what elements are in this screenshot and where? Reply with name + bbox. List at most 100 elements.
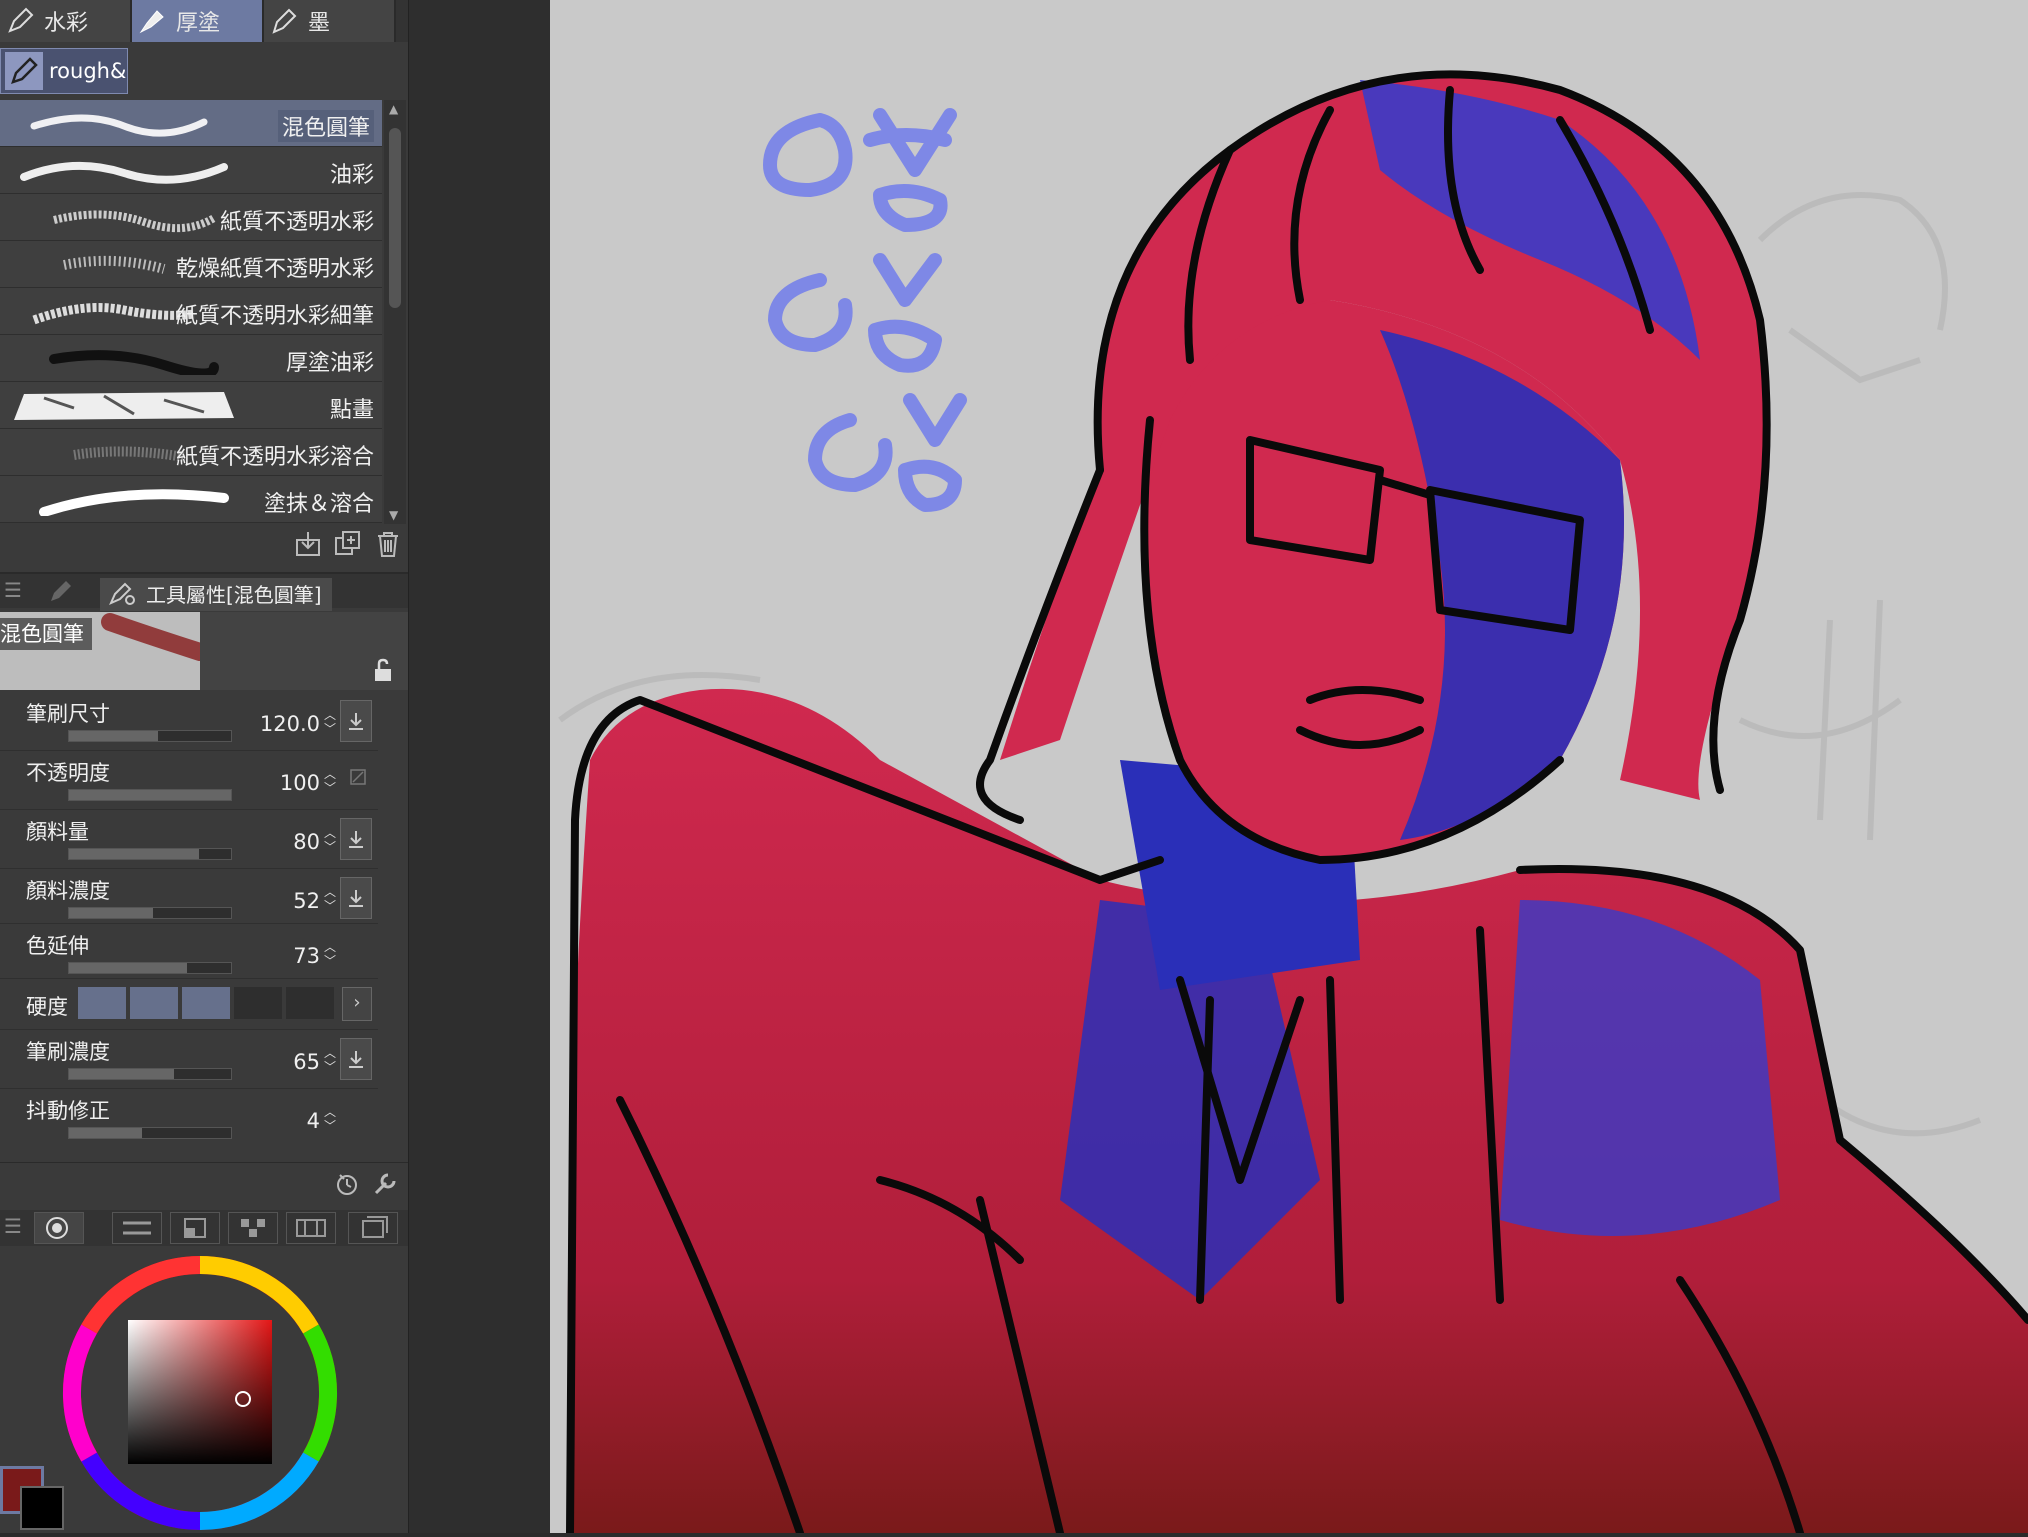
brush-list-scrollbar[interactable]: ▲ ▼ [384,100,406,524]
tab-approximate-color[interactable] [286,1212,336,1244]
menu-icon[interactable]: ☰ [4,578,22,602]
intermediate-color-icon [241,1219,265,1237]
prop-slider[interactable] [68,848,232,860]
drawing-canvas[interactable] [550,0,2028,1533]
prop-stabilization[interactable]: 抖動修正 4 ︿ ﹀ [0,1089,378,1147]
pressure-button[interactable] [340,877,372,919]
brush-stroke-preview [53,210,217,233]
spinner-icon[interactable]: ︿ ﹀ [324,1046,338,1076]
pressure-icon [349,1051,363,1068]
filmstrip-icon [296,1219,326,1237]
history-icon [362,1216,388,1238]
pressure-icon [349,831,363,848]
artwork[interactable] [550,0,2028,1533]
pressure-button[interactable] [340,1038,372,1080]
download-icon[interactable] [294,530,322,558]
brush-group-tabs: 水彩 厚塗 墨 [0,0,408,42]
hardness-step[interactable] [234,987,282,1019]
left-panel: 水彩 厚塗 墨 rough&c 混色圓筆 油彩 紙質不透明 [0,0,408,1533]
color-set-icon [184,1218,206,1238]
brush-label: 塗抹＆溶合 [263,492,374,517]
scroll-up-icon[interactable]: ▲ [389,102,398,116]
list-item[interactable]: 紙質不透明水彩細筆 [0,288,382,335]
brush-list: 混色圓筆 油彩 紙質不透明水彩 乾燥紙質不透明水彩 紙質不透明水彩細筆 厚塗油彩… [0,100,382,524]
list-item[interactable]: 塗抹＆溶合 [0,476,382,523]
trash-icon[interactable] [374,530,402,558]
tab-color-slider[interactable] [112,1212,162,1244]
prop-opacity[interactable]: 不透明度 100 ︿ ﹀ [0,751,378,810]
duplicate-icon[interactable] [334,530,362,558]
spinner-icon[interactable]: ︿ ﹀ [324,885,338,915]
wrench-icon[interactable] [372,1171,398,1197]
brush-label: 混色圓筆 [277,110,374,142]
spinner-icon[interactable]: ︿ ﹀ [324,767,338,797]
prop-value[interactable]: 65 [293,1050,320,1074]
pressure-button[interactable] [340,700,372,742]
prop-value[interactable]: 4 [307,1109,320,1133]
pen-tool-icon[interactable] [48,578,74,604]
prop-slider[interactable] [68,907,232,919]
list-item[interactable]: 油彩 [0,147,382,194]
brush-list-actions [0,524,408,564]
brush-stroke-preview [39,489,229,516]
pressure-button[interactable] [340,818,372,860]
tab-color-wheel[interactable] [34,1212,84,1244]
hardness-step[interactable] [130,987,178,1019]
prop-value[interactable]: 73 [293,944,320,968]
prop-value[interactable]: 80 [293,830,320,854]
tab-ink[interactable]: 墨 [264,0,396,42]
list-item[interactable]: 點畫 [0,382,382,429]
sub-color-swatch[interactable] [20,1486,64,1530]
tab-color-set[interactable] [170,1212,220,1244]
prop-brush-size[interactable]: 筆刷尺寸 120.0 ︿ ﹀ [0,692,378,751]
prop-slider[interactable] [68,730,232,742]
list-item[interactable]: 紙質不透明水彩 [0,194,382,241]
prop-name: 不透明度 [26,761,110,785]
prop-paint-amount[interactable]: 顏料量 80 ︿ ﹀ [0,810,378,869]
subtool-set-button[interactable]: rough&c [0,48,128,94]
prop-slider[interactable] [68,1127,232,1139]
tool-property-title: 工具屬性[混色圓筆] [146,583,322,607]
prop-name: 筆刷尺寸 [26,702,110,726]
list-item[interactable]: 混色圓筆 [0,100,382,147]
chevron-right-icon[interactable]: › [342,987,372,1021]
lock-icon[interactable] [372,658,394,682]
pressure-icon [349,713,363,730]
hardness-step[interactable] [182,987,230,1019]
prop-value[interactable]: 100 [280,771,320,795]
hardness-step[interactable] [286,987,334,1019]
menu-icon[interactable]: ☰ [4,1214,22,1238]
prop-value[interactable]: 120.0 [260,712,320,736]
prop-slider[interactable] [68,1068,232,1080]
prop-value[interactable]: 52 [293,889,320,913]
list-item[interactable]: 厚塗油彩 [0,335,382,382]
brush-label: 紙質不透明水彩 [219,210,374,235]
spinner-icon[interactable]: ︿ ﹀ [324,826,338,856]
list-item[interactable]: 乾燥紙質不透明水彩 [0,241,382,288]
spinner-icon[interactable]: ︿ ﹀ [324,708,338,738]
spinner-icon[interactable]: ︿ ﹀ [324,940,338,970]
tab-watercolor[interactable]: 水彩 [0,0,132,42]
tool-property-tab[interactable]: 工具屬性[混色圓筆] [100,578,332,611]
brush-label: 紙質不透明水彩細筆 [175,304,374,329]
tab-thick-paint[interactable]: 厚塗 [132,0,264,42]
spinner-icon[interactable]: ︿ ﹀ [324,1105,338,1135]
prop-paint-density[interactable]: 顏料濃度 52 ︿ ﹀ [0,869,378,924]
prop-slider[interactable] [68,789,232,801]
brush-label: 油彩 [329,163,374,188]
prop-brush-density[interactable]: 筆刷濃度 65 ︿ ﹀ [0,1030,378,1089]
prop-slider[interactable] [68,962,232,974]
wrench-brush-icon [109,582,135,605]
scroll-down-icon[interactable]: ▼ [389,508,398,522]
tab-intermediate-color[interactable] [228,1212,278,1244]
subtool-set-label: rough&c [49,59,127,83]
hardness-step[interactable] [78,987,126,1019]
brush-label: 厚塗油彩 [285,351,374,376]
list-item[interactable]: 紙質不透明水彩溶合 [0,429,382,476]
brush-stroke-preview [14,392,234,420]
scrollbar-thumb[interactable] [389,128,401,308]
tab-color-history[interactable] [348,1212,398,1244]
prop-hardness[interactable]: 硬度 › [0,979,378,1030]
prop-color-stretch[interactable]: 色延伸 73 ︿ ﹀ [0,924,378,979]
reset-icon[interactable] [334,1171,360,1197]
